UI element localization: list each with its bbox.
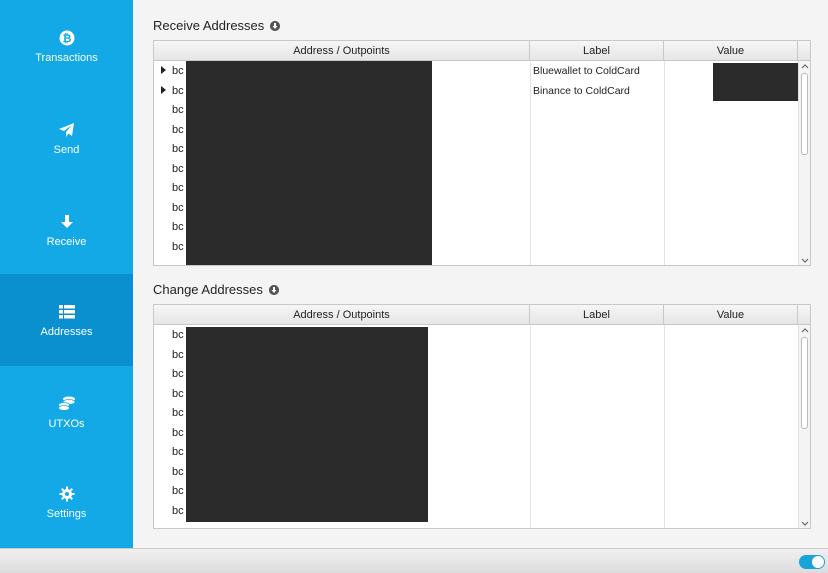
paper-plane-icon bbox=[58, 121, 76, 139]
coins-icon bbox=[57, 395, 76, 413]
table-body: bc bc bc bc bc bc bc bc bc bc bbox=[154, 325, 798, 528]
address-cell: bc bbox=[172, 143, 184, 155]
table-header: Address / Outpoints Label Value bbox=[154, 305, 810, 325]
address-cell: bc bbox=[172, 104, 184, 116]
list-icon bbox=[58, 303, 76, 321]
address-cell: bc bbox=[172, 221, 184, 233]
address-cell: bc bbox=[172, 426, 184, 439]
download-icon[interactable] bbox=[270, 20, 281, 31]
download-icon[interactable] bbox=[268, 284, 279, 295]
scroll-up-icon[interactable] bbox=[799, 61, 810, 71]
table-header: Address / Outpoints Label Value bbox=[154, 41, 810, 61]
column-header-address[interactable]: Address / Outpoints bbox=[154, 305, 530, 325]
main-panel: Receive Addresses Address / Outpoints La… bbox=[133, 0, 828, 548]
expand-arrow-icon[interactable] bbox=[161, 85, 166, 94]
receive-addresses-table: Address / Outpoints Label Value bc Bluew… bbox=[153, 40, 811, 266]
address-cell: bc bbox=[172, 407, 184, 419]
label-cell[interactable]: Bluewallet to ColdCard bbox=[533, 65, 640, 77]
change-addresses-table: Address / Outpoints Label Value bc bc bc… bbox=[153, 304, 811, 529]
sidebar-item-label: Receive bbox=[46, 235, 87, 248]
scrollbar-thumb[interactable] bbox=[801, 337, 808, 429]
sidebar-item-label: Transactions bbox=[35, 51, 98, 64]
expand-arrow-icon[interactable] bbox=[161, 66, 166, 74]
sidebar-item-transactions[interactable]: ₿ Transactions bbox=[0, 0, 133, 92]
scroll-up-icon[interactable] bbox=[799, 325, 810, 335]
toggle-knob bbox=[812, 556, 824, 568]
sidebar-item-label: Settings bbox=[46, 507, 87, 520]
address-cell: bc bbox=[172, 240, 184, 253]
scroll-down-icon[interactable] bbox=[799, 518, 810, 528]
address-cell: bc bbox=[172, 201, 184, 214]
vertical-scrollbar[interactable] bbox=[798, 61, 810, 265]
address-cell: bc bbox=[172, 465, 184, 478]
sidebar-item-addresses[interactable]: Addresses bbox=[0, 274, 133, 366]
sidebar-item-label: Addresses bbox=[40, 325, 93, 338]
redaction-block bbox=[186, 61, 432, 265]
column-header-value[interactable]: Value bbox=[664, 305, 798, 325]
address-cell: bc bbox=[172, 182, 184, 194]
address-cell: bc bbox=[172, 329, 184, 341]
column-header-value[interactable]: Value bbox=[664, 41, 798, 61]
connection-toggle[interactable] bbox=[799, 555, 825, 569]
address-cell: bc bbox=[172, 123, 184, 136]
address-cell: bc bbox=[172, 348, 184, 361]
sidebar-item-send[interactable]: Send bbox=[0, 92, 133, 184]
sidebar-item-utxos[interactable]: UTXOs bbox=[0, 366, 133, 458]
redaction-block bbox=[713, 63, 799, 101]
address-cell: bc bbox=[172, 504, 184, 517]
arrow-down-icon bbox=[58, 213, 76, 231]
bitcoin-icon: ₿ bbox=[58, 29, 76, 47]
vertical-scrollbar[interactable] bbox=[798, 325, 810, 528]
address-cell: bc bbox=[172, 446, 184, 458]
sidebar-item-label: UTXOs bbox=[48, 417, 85, 430]
column-header-label[interactable]: Label bbox=[530, 305, 664, 325]
svg-text:₿: ₿ bbox=[62, 32, 71, 45]
status-bar bbox=[0, 548, 828, 573]
address-cell: bc bbox=[172, 387, 184, 400]
sidebar-item-receive[interactable]: Receive bbox=[0, 184, 133, 276]
sidebar: ₿ Transactions Send Receive Addresses UT… bbox=[0, 0, 133, 548]
label-cell[interactable]: Binance to ColdCard bbox=[533, 85, 630, 97]
column-header-label[interactable]: Label bbox=[530, 41, 664, 61]
sidebar-item-settings[interactable]: Settings bbox=[0, 456, 133, 548]
table-body: bc Bluewallet to ColdCard bc Binance to … bbox=[154, 61, 799, 265]
column-header-address[interactable]: Address / Outpoints bbox=[154, 41, 530, 61]
gear-icon bbox=[58, 485, 76, 503]
scroll-down-icon[interactable] bbox=[799, 255, 810, 265]
address-cell: bc bbox=[172, 485, 184, 497]
address-cell: bc bbox=[172, 65, 184, 77]
address-cell: bc bbox=[172, 368, 184, 380]
change-section-title: Change Addresses bbox=[153, 282, 279, 297]
address-cell: bc bbox=[172, 162, 184, 175]
sidebar-item-label: Send bbox=[53, 143, 80, 156]
scrollbar-thumb[interactable] bbox=[801, 73, 808, 155]
address-cell: bc bbox=[172, 84, 184, 97]
receive-section-title: Receive Addresses bbox=[153, 18, 281, 33]
redaction-block bbox=[186, 327, 428, 522]
